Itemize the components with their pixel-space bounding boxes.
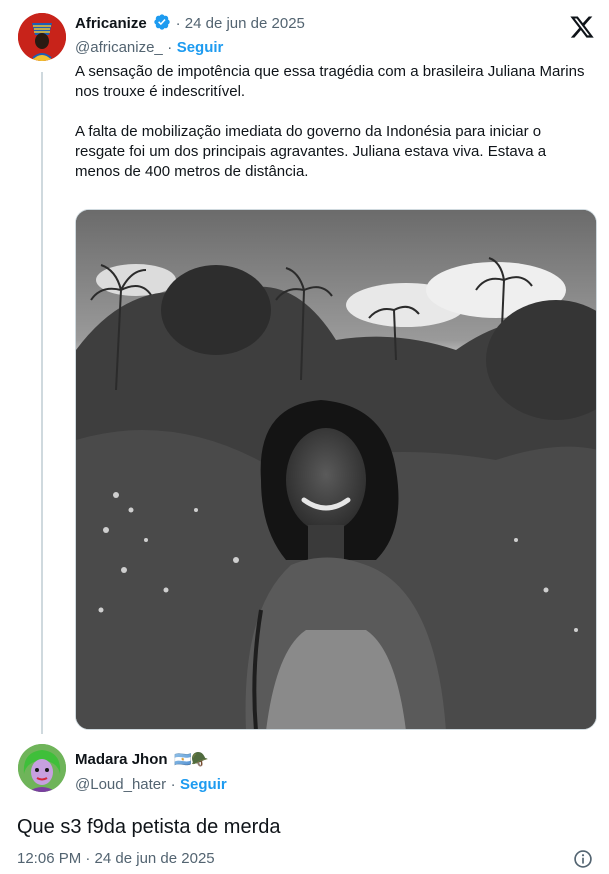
tweet-paragraph: A falta de mobilização imediata do gover… xyxy=(75,123,547,180)
tweet-body: A sensação de impotência que essa tragéd… xyxy=(75,62,595,182)
reply-timestamp[interactable]: 12:06 PM · 24 de jun de 2025 xyxy=(17,850,215,867)
follow-button[interactable]: Seguir xyxy=(177,39,224,56)
reply-author-row: Madara Jhon 🇦🇷🪖 xyxy=(75,751,209,769)
author-handle[interactable]: @africanize_ xyxy=(75,39,163,56)
reply-follow-button[interactable]: Seguir xyxy=(180,776,227,793)
info-icon[interactable] xyxy=(573,849,593,869)
reply-author-handle[interactable]: @Loud_hater xyxy=(75,776,166,793)
tweet-paragraph: A sensação de impotência que essa tragéd… xyxy=(75,63,585,100)
thread-connector-line xyxy=(41,72,43,734)
reply-author-name[interactable]: Madara Jhon xyxy=(75,751,168,768)
tweet-date[interactable]: · 24 de jun de 2025 xyxy=(176,15,305,32)
reply-handle-row: @Loud_hater · Seguir xyxy=(75,776,227,794)
tweet-handle-row: @africanize_ · Seguir xyxy=(75,39,223,57)
tweet-author-row: Africanize · 24 de jun de 2025 xyxy=(75,13,305,36)
tweet-photo[interactable] xyxy=(75,209,597,730)
photo-image xyxy=(76,210,596,729)
reply-body: Que s3 f9da petista de merda xyxy=(17,816,281,838)
verified-badge-icon xyxy=(153,13,171,36)
avatar[interactable] xyxy=(18,13,66,61)
separator-dot: · xyxy=(170,776,176,793)
avatar-image xyxy=(18,13,66,61)
avatar[interactable] xyxy=(18,744,66,792)
name-emojis: 🇦🇷🪖 xyxy=(173,751,209,767)
avatar-image xyxy=(18,744,66,792)
separator-dot: · xyxy=(167,39,173,56)
author-name[interactable]: Africanize xyxy=(75,15,147,32)
x-logo-icon[interactable] xyxy=(569,14,595,40)
